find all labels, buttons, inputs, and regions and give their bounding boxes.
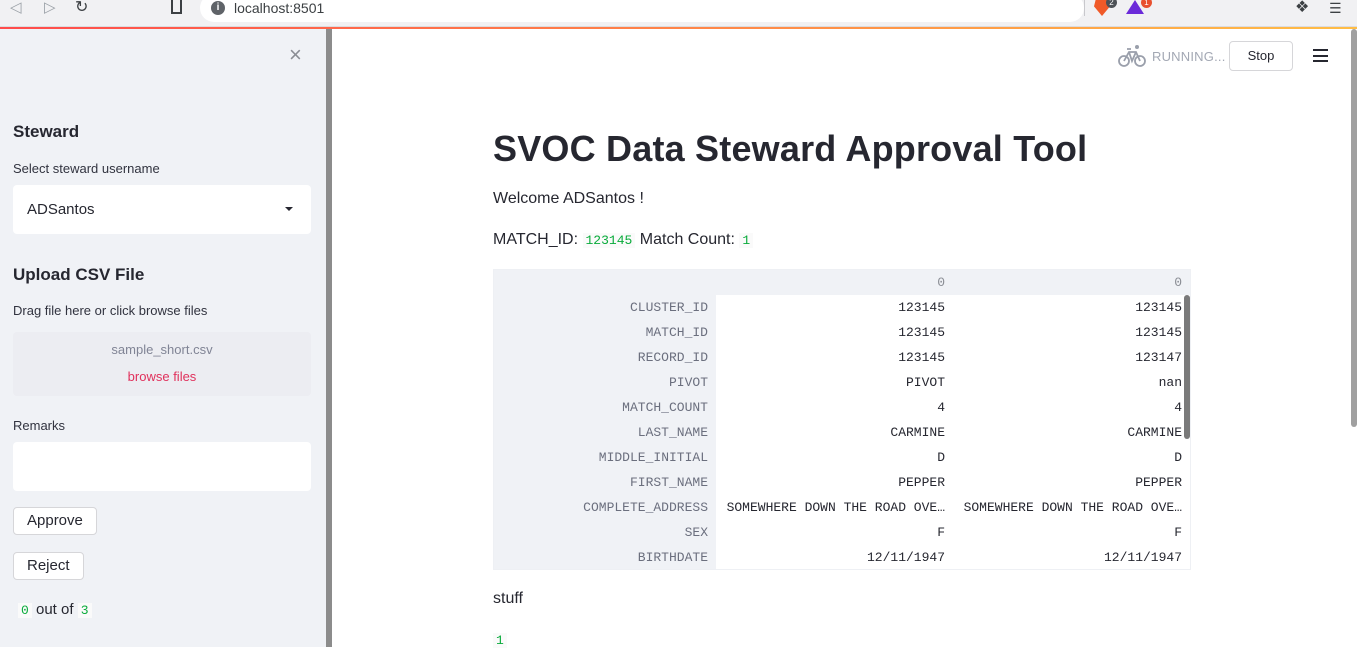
steward-username-select[interactable]: ADSantos — [13, 185, 311, 234]
select-steward-label: Select steward username — [13, 161, 160, 176]
welcome-text: Welcome ADSantos ! — [493, 190, 644, 207]
match-count-value: 1 — [739, 233, 754, 248]
bookmark-icon[interactable] — [171, 0, 182, 14]
site-info-icon[interactable]: i — [211, 1, 225, 15]
sidebar-resize-handle[interactable] — [326, 29, 332, 647]
row-index-label: RECORD_ID — [637, 350, 708, 365]
table-cell[interactable]: PIVOT — [716, 370, 945, 395]
table-cell[interactable]: D — [716, 445, 945, 470]
table-cell[interactable]: nan — [954, 370, 1182, 395]
row-index-label: PIVOT — [668, 375, 708, 390]
match-id-value: 123145 — [582, 233, 636, 248]
table-cell[interactable]: F — [954, 520, 1182, 545]
uploaded-file-name: sample_short.csv — [111, 342, 213, 357]
upload-csv-heading: Upload CSV File — [13, 265, 145, 284]
steward-heading: Steward — [13, 122, 80, 141]
remarks-label: Remarks — [13, 418, 66, 433]
forward-arrow-icon[interactable]: ▷ — [44, 0, 56, 18]
browser-menu-icon[interactable]: ☰ — [1329, 0, 1342, 16]
page-title: SVOC Data Steward Approval Tool — [493, 128, 1088, 169]
row-index-label: FIRST_NAME — [629, 475, 708, 490]
table-cell[interactable]: SOMEWHERE DOWN THE ROAD OVE… — [716, 495, 945, 520]
extensions-puzzle-icon[interactable]: ❖ — [1295, 0, 1309, 16]
progress-total: 3 — [77, 603, 92, 618]
row-index-label: LAST_NAME — [637, 425, 708, 440]
table-cell[interactable]: D — [954, 445, 1182, 470]
row-index-label: SEX — [684, 525, 708, 540]
file-dropzone[interactable]: sample_short.csv browse files — [13, 332, 311, 396]
table-cell[interactable]: 123145 — [716, 320, 945, 345]
toolbar-divider — [1084, 0, 1085, 16]
row-index-label: BIRTHDATE — [637, 550, 708, 565]
bottom-value: 1 — [493, 631, 507, 649]
back-arrow-icon[interactable]: ◁ — [10, 0, 22, 18]
table-cell[interactable]: SOMEWHERE DOWN THE ROAD OVE… — [954, 495, 1182, 520]
reject-button[interactable]: Reject — [13, 552, 84, 580]
table-cell[interactable]: PEPPER — [954, 470, 1182, 495]
table-cell[interactable]: 123145 — [954, 295, 1182, 320]
selected-username: ADSantos — [27, 201, 95, 218]
hamburger-menu-icon[interactable] — [1313, 49, 1328, 62]
running-bicycle-icon — [1118, 45, 1146, 67]
header-row: 0 0 — [494, 270, 1190, 295]
table-cell[interactable]: F — [716, 520, 945, 545]
stop-button[interactable]: Stop — [1229, 41, 1293, 71]
page-scrollbar[interactable] — [1351, 29, 1357, 427]
column-header[interactable]: 0 — [716, 270, 945, 295]
match-info: MATCH_ID: 123145 Match Count: 1 — [493, 231, 754, 249]
table-cell[interactable]: CARMINE — [716, 420, 945, 445]
stuff-text: stuff — [493, 590, 523, 607]
table-cell[interactable]: 12/11/1947 — [954, 545, 1182, 569]
table-cell[interactable]: PEPPER — [716, 470, 945, 495]
table-cell[interactable]: 123145 — [716, 345, 945, 370]
row-index-label: CLUSTER_ID — [629, 300, 708, 315]
table-cell[interactable]: 123145 — [954, 320, 1182, 345]
match-id-label: MATCH_ID: — [493, 231, 579, 248]
chevron-down-icon — [285, 207, 293, 211]
table-cell[interactable]: 123145 — [716, 295, 945, 320]
progress-separator: out of — [35, 601, 74, 618]
row-index-label: COMPLETE_ADDRESS — [583, 500, 708, 515]
progress-text: 0 out of 3 — [18, 601, 92, 618]
row-index-label: MIDDLE_INITIAL — [598, 450, 708, 465]
table-cell[interactable]: 123147 — [954, 345, 1182, 370]
table-scrollbar[interactable] — [1184, 295, 1190, 439]
address-bar[interactable] — [200, 0, 1084, 22]
table-cell[interactable]: CARMINE — [954, 420, 1182, 445]
browser-toolbar: ◁ ▷ ↻ i localhost:8501 2 1 ❖ ☰ — [0, 0, 1357, 27]
table-cell[interactable]: 12/11/1947 — [716, 545, 945, 569]
row-index-label: MATCH_ID — [645, 325, 708, 340]
shield-count-badge: 2 — [1106, 0, 1117, 8]
match-count-label: Match Count: — [639, 231, 735, 248]
approve-button[interactable]: Approve — [13, 507, 97, 535]
url-text[interactable]: localhost:8501 — [234, 0, 324, 16]
column-header[interactable]: 0 — [954, 270, 1182, 295]
running-status-text: RUNNING... — [1152, 49, 1226, 64]
remarks-input[interactable] — [13, 442, 311, 491]
row-index-label: MATCH_COUNT — [622, 400, 708, 415]
browse-files-button[interactable]: browse files — [13, 369, 311, 384]
close-sidebar-icon[interactable]: × — [289, 44, 302, 66]
table-cell[interactable]: 4 — [954, 395, 1182, 420]
progress-current: 0 — [18, 603, 32, 618]
record-comparison-table[interactable]: 0 0 CLUSTER_ID 123145 123145 MATCH_ID 123145… — [493, 269, 1191, 570]
bottom-value-code: 1 — [493, 633, 507, 648]
rewards-count-badge: 1 — [1141, 0, 1152, 8]
upload-hint: Drag file here or click browse files — [13, 303, 208, 318]
reload-icon[interactable]: ↻ — [75, 0, 88, 18]
sidebar: × Steward Select steward username ADSant… — [0, 29, 326, 647]
table-cell[interactable]: 4 — [716, 395, 945, 420]
